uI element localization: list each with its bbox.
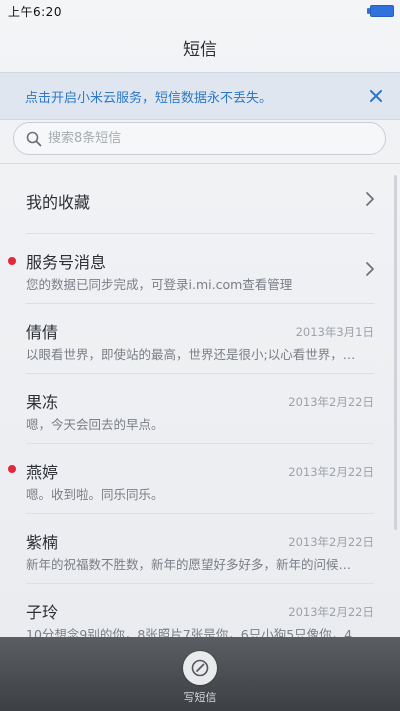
service-subtitle: 您的数据已同步完成，可登录i.mi.com查看管理 bbox=[26, 277, 293, 292]
contact-name: 燕婷 bbox=[26, 463, 59, 482]
contact-name: 子玲 bbox=[26, 603, 59, 622]
message-preview: 嗯。收到啦。同乐同乐。 bbox=[26, 487, 164, 502]
cloud-banner-text[interactable]: 点击开启小米云服务，短信数据永不丢失。 bbox=[25, 87, 272, 106]
contact-name: 倩倩 bbox=[26, 323, 59, 342]
search-icon bbox=[26, 131, 42, 147]
favorites-row[interactable]: 我的收藏 bbox=[0, 164, 400, 234]
cloud-service-banner[interactable]: 点击开启小米云服务，短信数据永不丢失。 bbox=[0, 72, 400, 120]
compose-label[interactable]: 写短信 bbox=[0, 689, 400, 705]
page-title: 短信 bbox=[183, 39, 217, 60]
title-bar: 短信 bbox=[0, 22, 400, 72]
message-list[interactable]: 我的收藏 服务号消息 您的数据已同步完成，可登录i.mi.com查看管理 倩倩 … bbox=[0, 164, 400, 637]
status-time: 上午6:20 bbox=[8, 5, 62, 19]
bottom-toolbar: 写短信 bbox=[0, 637, 400, 711]
search-box[interactable] bbox=[13, 122, 386, 155]
message-date: 2013年3月1日 bbox=[295, 325, 374, 339]
conversation-row[interactable]: 燕婷 2013年2月22日 嗯。收到啦。同乐同乐。 bbox=[0, 444, 400, 514]
close-banner-button[interactable] bbox=[364, 84, 388, 108]
chevron-right-icon bbox=[366, 262, 374, 276]
close-icon bbox=[370, 90, 382, 102]
service-messages-row[interactable]: 服务号消息 您的数据已同步完成，可登录i.mi.com查看管理 bbox=[0, 234, 400, 304]
conversation-row[interactable]: 子玲 2013年2月22日 10分想念9别的你，8张照片7张是你，6只小狗5只像… bbox=[0, 584, 400, 637]
message-date: 2013年2月22日 bbox=[288, 605, 374, 619]
message-preview: 10分想念9别的你，8张照片7张是你，6只小狗5只像你，4… bbox=[26, 627, 365, 637]
chevron-right-icon bbox=[366, 192, 374, 206]
message-preview: 以眼看世界，即使站的最高，世界还是很小;以心看世界，… bbox=[26, 347, 356, 362]
contact-name: 紫楠 bbox=[26, 533, 59, 552]
unread-dot bbox=[8, 465, 16, 473]
service-title: 服务号消息 bbox=[26, 253, 107, 272]
contact-name: 果冻 bbox=[26, 393, 59, 412]
search-input[interactable] bbox=[48, 123, 368, 154]
message-preview: 新年的祝福数不胜数，新年的愿望好多好多，新年的问候… bbox=[26, 557, 352, 572]
favorites-label: 我的收藏 bbox=[26, 193, 91, 212]
compose-icon bbox=[191, 659, 209, 677]
unread-dot bbox=[8, 257, 16, 265]
message-preview: 嗯，今天会回去的早点。 bbox=[26, 417, 164, 432]
conversation-row[interactable]: 果冻 2013年2月22日 嗯，今天会回去的早点。 bbox=[0, 374, 400, 444]
battery-icon bbox=[367, 5, 394, 17]
conversation-row[interactable]: 紫楠 2013年2月22日 新年的祝福数不胜数，新年的愿望好多好多，新年的问候… bbox=[0, 514, 400, 584]
message-date: 2013年2月22日 bbox=[288, 395, 374, 409]
message-date: 2013年2月22日 bbox=[288, 465, 374, 479]
message-date: 2013年2月22日 bbox=[288, 535, 374, 549]
status-bar: 上午6:20 bbox=[0, 0, 400, 22]
compose-button[interactable] bbox=[183, 651, 217, 685]
scrollbar[interactable] bbox=[394, 175, 397, 530]
conversation-row[interactable]: 倩倩 2013年3月1日 以眼看世界，即使站的最高，世界还是很小;以心看世界，… bbox=[0, 304, 400, 374]
